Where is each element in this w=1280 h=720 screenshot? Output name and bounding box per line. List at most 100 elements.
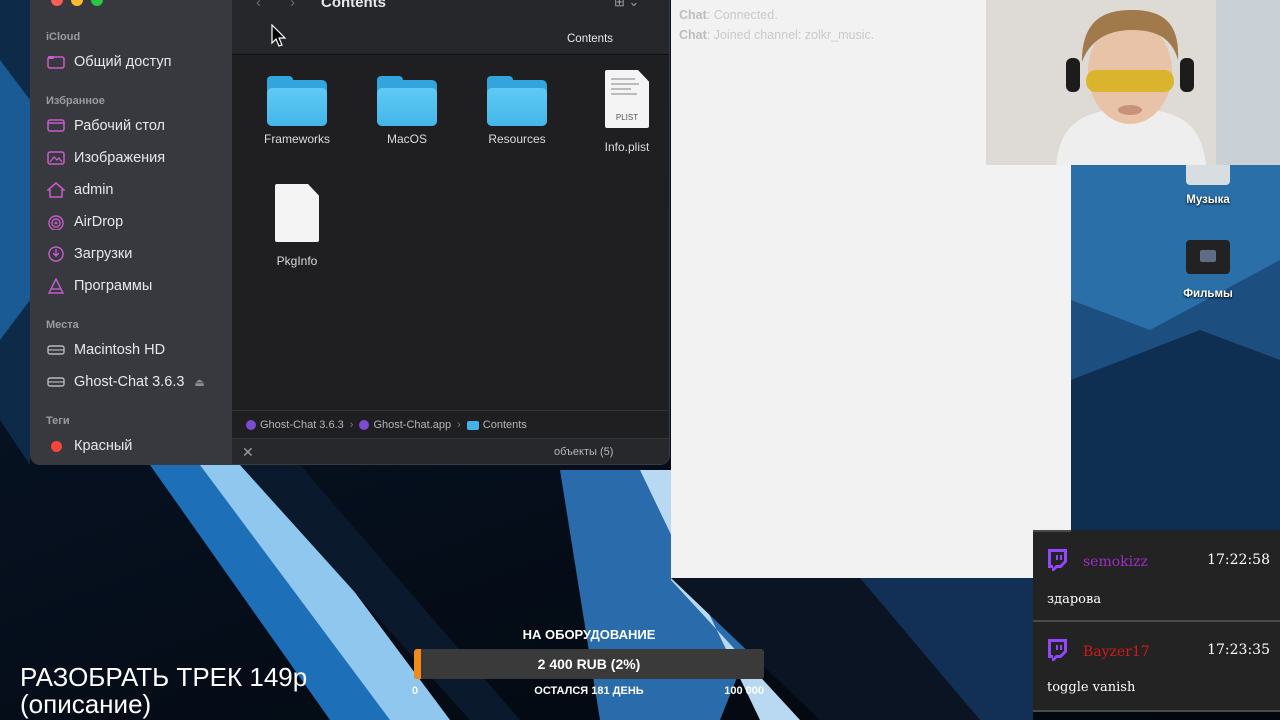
movies-folder-icon — [1186, 240, 1230, 274]
twitch-icon — [1048, 549, 1067, 571]
desktop-icon — [46, 117, 66, 135]
sidebar-item-shared[interactable]: Общий доступ — [46, 50, 221, 74]
close-window-button[interactable] — [51, 0, 63, 6]
applications-icon — [46, 277, 66, 295]
sidebar-item-label: Рабочий стол — [74, 118, 166, 134]
twitch-chat-message: semokizz 17:22:58 здарова — [1033, 532, 1280, 622]
chat-line-prefix: Chat — [679, 28, 707, 42]
twitch-icon — [1048, 639, 1067, 661]
path-crumb-label: Ghost-Chat.app — [373, 419, 452, 431]
chat-timestamp: 17:23:35 — [1207, 642, 1270, 658]
zoom-window-button[interactable] — [91, 0, 103, 6]
minimize-window-button[interactable] — [71, 0, 83, 6]
donation-goal-bar: 2 400 RUB (2%) — [414, 649, 764, 679]
sidebar-item-pictures[interactable]: Изображения — [46, 146, 221, 170]
promo-line-1: РАЗОБРАТЬ ТРЕК 149р — [20, 662, 308, 692]
sidebar-item-tag-red[interactable]: Красный — [46, 434, 221, 458]
file-name: Info.plist — [604, 140, 650, 154]
sidebar-item-airdrop[interactable]: AirDrop — [46, 210, 221, 234]
music-folder-icon — [1186, 165, 1230, 185]
file-item-resources[interactable]: Resources — [467, 76, 567, 146]
path-crumb-contents[interactable]: Contents — [466, 419, 527, 431]
folder-icon — [466, 420, 479, 430]
item-count: объекты (5) — [554, 446, 614, 458]
sidebar-item-applications[interactable]: Программы — [46, 274, 221, 298]
folder-icon — [267, 76, 327, 128]
desktop-icon-label: Музыка — [1186, 194, 1230, 206]
sidebar-item-label: Ghost-Chat 3.6.3 — [74, 374, 185, 390]
downloads-icon — [46, 245, 66, 263]
window-title: Contents — [321, 0, 386, 11]
chat-log-line: Chat: Joined channel: zolkr_music. — [679, 28, 874, 42]
finder-toolbar: ‹ › Contents ⊞ ⌄ Contents — [232, 0, 669, 55]
chat-message-text: здарова — [1047, 592, 1102, 607]
desktop-icon-music[interactable]: Музыка — [1168, 165, 1248, 206]
path-crumb-volume[interactable]: Ghost-Chat 3.6.3 — [246, 419, 344, 431]
sidebar-item-ghost-chat-volume[interactable]: Ghost-Chat 3.6.3 ⏏ — [46, 370, 221, 394]
path-crumb-label: Contents — [482, 419, 527, 431]
sidebar-item-macintosh-hd[interactable]: Macintosh HD — [46, 338, 221, 362]
sidebar-item-label: Общий доступ — [74, 54, 172, 70]
sidebar-item-label: admin — [74, 182, 114, 198]
path-bar: Ghost-Chat 3.6.3 › Ghost-Chat.app › Cont… — [232, 410, 669, 439]
ghost-app-icon — [246, 420, 256, 430]
red-tag-icon — [46, 437, 66, 455]
desktop-icon-movies[interactable]: Фильмы — [1168, 240, 1248, 300]
webcam-overlay — [986, 0, 1280, 165]
chat-line-text: : Connected. — [706, 8, 778, 22]
file-item-macos[interactable]: MacOS — [357, 76, 457, 146]
file-item-frameworks[interactable]: Frameworks — [247, 76, 347, 146]
sidebar-section-locations: Места — [46, 319, 79, 331]
file-item-pkginfo[interactable]: PkgInfo — [247, 184, 347, 268]
close-icon[interactable]: ✕ — [242, 444, 254, 461]
mouse-cursor-icon — [271, 24, 287, 47]
folder-icon — [377, 76, 437, 128]
document-icon — [275, 184, 319, 242]
path-crumb-label: Ghost-Chat 3.6.3 — [260, 419, 344, 431]
promo-line-2: (описание) — [20, 689, 152, 719]
disk-icon — [46, 373, 66, 391]
twitch-chat-overlay: semokizz 17:22:58 здарова Bayzer17 17:23… — [1033, 530, 1280, 712]
file-name: Frameworks — [263, 132, 330, 146]
donation-goal-amount: 2 400 RUB (2%) — [537, 656, 641, 672]
eject-icon[interactable]: ⏏ — [194, 376, 204, 389]
promo-text: РАЗОБРАТЬ ТРЕК 149р (описание) — [20, 664, 307, 718]
chat-username: Bayzer17 — [1083, 644, 1150, 660]
sidebar-item-label: AirDrop — [74, 214, 124, 230]
desktop-icon-label: Фильмы — [1183, 288, 1233, 300]
plist-file-icon: PLIST — [605, 70, 649, 128]
sidebar-item-label: Красный — [74, 438, 133, 454]
finder-sidebar: iCloud Общий доступ Избранное Рабочий ст… — [31, 0, 233, 464]
sidebar-section-tags: Теги — [46, 415, 70, 427]
sidebar-item-home[interactable]: admin — [46, 178, 221, 202]
chat-message-text: toggle vanish — [1047, 680, 1136, 695]
sidebar-item-label: Изображения — [74, 150, 166, 166]
donation-goal-max: 100 000 — [724, 685, 764, 697]
forward-icon[interactable]: › — [290, 0, 295, 11]
folder-icon — [487, 76, 547, 128]
status-bar: ✕ объекты (5) — [232, 438, 669, 464]
chat-username: semokizz — [1083, 554, 1148, 570]
window-controls — [51, 0, 103, 6]
sidebar-section-favorites: Избранное — [46, 95, 105, 107]
sidebar-item-label: Программы — [74, 278, 153, 294]
file-item-info-plist[interactable]: PLIST Info.plist — [577, 70, 669, 154]
path-crumb-app[interactable]: Ghost-Chat.app — [359, 419, 451, 431]
finder-content: ‹ › Contents ⊞ ⌄ Contents Frameworks Mac… — [232, 0, 669, 464]
airdrop-icon — [46, 213, 66, 231]
sidebar-item-downloads[interactable]: Загрузки — [46, 242, 221, 266]
twitch-chat-message: Bayzer17 17:23:35 toggle vanish — [1033, 622, 1280, 712]
back-icon[interactable]: ‹ — [256, 0, 261, 11]
pictures-icon — [46, 149, 66, 167]
tab-contents[interactable]: Contents — [567, 33, 613, 45]
chevron-right-icon: › — [457, 419, 461, 431]
donation-goal-title: НА ОБОРУДОВАНИЕ — [522, 627, 656, 642]
sidebar-item-label: Macintosh HD — [74, 342, 166, 358]
view-grid-icon[interactable]: ⊞ ⌄ — [614, 0, 639, 10]
sidebar-item-desktop[interactable]: Рабочий стол — [46, 114, 221, 138]
file-name: PkgInfo — [276, 254, 318, 268]
disk-icon — [46, 341, 66, 359]
sidebar-item-label: Загрузки — [74, 246, 133, 262]
donation-goal-min: 0 — [412, 685, 419, 697]
chat-log-line: Chat: Connected. — [679, 8, 778, 22]
